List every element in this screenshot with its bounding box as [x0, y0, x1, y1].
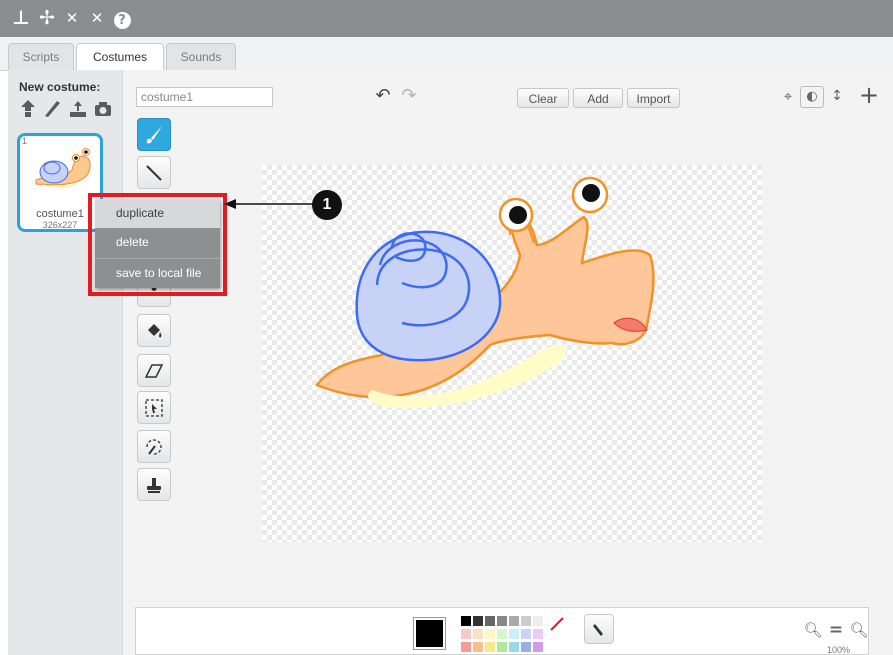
color-swatch[interactable] [521, 629, 531, 639]
color-swatch[interactable] [521, 642, 531, 652]
line-tool[interactable] [137, 156, 171, 189]
color-swatch[interactable] [473, 642, 483, 652]
zoom-reset-icon[interactable]: = [826, 620, 846, 640]
select-tool[interactable] [137, 391, 171, 424]
tab-scripts[interactable]: Scripts [8, 43, 74, 70]
snail-drawing [315, 176, 655, 409]
stamp-icon[interactable]: ⊥ [11, 6, 31, 30]
tab-costumes[interactable]: Costumes [76, 43, 164, 72]
costume-number: 1 [22, 136, 28, 146]
current-color-swatch[interactable] [414, 618, 445, 649]
crop-icon[interactable]: ⌖ [778, 86, 798, 106]
add-button[interactable]: Add [573, 88, 623, 108]
top-toolbar: ⊥ ✢ ✕ ✕ ? [0, 0, 893, 37]
zoom-level: 100% [827, 645, 851, 655]
color-swatch[interactable] [461, 642, 471, 652]
costume-name-field[interactable] [136, 87, 273, 107]
tab-sounds[interactable]: Sounds [166, 43, 236, 70]
shrink-icon[interactable]: ✕ [87, 6, 107, 30]
select-remove-background-tool[interactable] [137, 430, 171, 463]
callout-number-badge: 1 [312, 190, 342, 220]
eraser-tool[interactable] [137, 354, 171, 387]
zoom-in-icon[interactable]: 🔍︎ [849, 620, 869, 640]
brush-tool[interactable] [137, 118, 171, 151]
color-swatch[interactable] [485, 616, 495, 626]
color-swatch-grid[interactable] [461, 616, 571, 652]
color-swatch[interactable] [461, 629, 471, 639]
color-picker-tool[interactable] [584, 614, 614, 644]
fill-tool[interactable] [137, 314, 171, 347]
import-button[interactable]: Import [627, 88, 680, 108]
color-swatch[interactable] [473, 629, 483, 639]
new-costume-label: New costume: [19, 80, 101, 94]
color-swatch[interactable] [509, 629, 519, 639]
color-swatch[interactable] [497, 616, 507, 626]
color-swatch[interactable] [533, 629, 543, 639]
undo-icon[interactable]: ↶ [373, 86, 393, 106]
color-swatch[interactable] [485, 629, 495, 639]
grow-icon[interactable]: ✕ [62, 6, 82, 30]
color-swatch[interactable] [509, 616, 519, 626]
sprite-library-icon[interactable] [17, 99, 39, 121]
color-swatch[interactable] [533, 642, 543, 652]
zoom-out-icon[interactable]: 🔍︎ [803, 620, 823, 640]
paint-icon[interactable] [41, 99, 63, 121]
color-swatch[interactable] [533, 616, 543, 626]
flip-horizontal-icon[interactable]: ◐ [800, 86, 824, 108]
color-swatch[interactable] [509, 642, 519, 652]
color-swatch[interactable] [485, 642, 495, 652]
color-swatch[interactable] [497, 629, 507, 639]
flip-vertical-icon[interactable]: ↕ [827, 86, 847, 106]
highlight-box [88, 193, 227, 296]
color-swatch[interactable] [497, 642, 507, 652]
clear-button[interactable]: Clear [517, 88, 569, 108]
camera-icon[interactable] [92, 99, 114, 121]
color-swatch[interactable] [521, 616, 531, 626]
redo-icon[interactable]: ↷ [399, 86, 419, 106]
set-center-icon[interactable]: + [859, 83, 879, 107]
upload-icon[interactable] [67, 99, 89, 121]
callout-arrow [224, 199, 314, 209]
stamp-tool[interactable] [137, 468, 171, 501]
help-icon[interactable]: ? [112, 6, 132, 30]
paint-canvas[interactable] [262, 165, 762, 542]
cut-icon[interactable]: ✢ [37, 6, 57, 30]
color-swatch[interactable] [461, 616, 471, 626]
color-swatch[interactable] [473, 616, 483, 626]
snail-thumbnail-image [35, 148, 91, 189]
transparent-color-icon[interactable] [549, 616, 565, 632]
